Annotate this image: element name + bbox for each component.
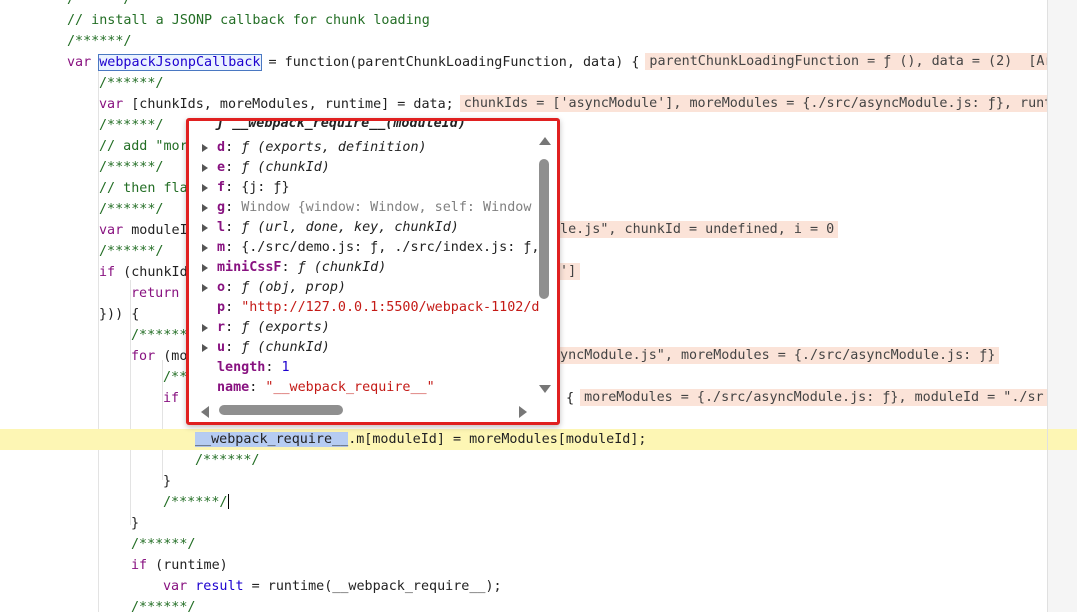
scroll-thumb[interactable]: [219, 405, 343, 415]
overview-ruler[interactable]: [1047, 0, 1077, 612]
inline-value: e']: [548, 262, 1047, 283]
expand-arrow-icon[interactable]: [202, 204, 208, 212]
inline-value: parentChunkLoadingFunction = ƒ (), data …: [645, 53, 1047, 70]
property-row-r[interactable]: r: ƒ (exports): [189, 318, 534, 338]
inline-value: moreModules = {./src/asyncModule.js: ƒ},…: [580, 389, 1047, 406]
code-line: {moreModules = {./src/asyncModule.js: ƒ}…: [566, 388, 1047, 409]
text-cursor: [227, 494, 229, 509]
code-line: /******/: [163, 494, 229, 510]
code-line: /******/: [131, 600, 196, 612]
execution-marker: [1048, 429, 1077, 450]
code-line: var [chunkIds, moreModules, runtime] = d…: [99, 94, 1047, 115]
expand-arrow-icon[interactable]: [202, 184, 208, 192]
selected-expression[interactable]: __webpack_require__: [195, 432, 349, 447]
property-row-minicssf[interactable]: miniCssF: ƒ (chunkId): [189, 258, 534, 278]
code-line: /******/: [99, 76, 164, 91]
property-row-e[interactable]: e: ƒ (chunkId): [189, 158, 534, 178]
popover-title: ƒ __webpack_require__(moduleId): [216, 118, 466, 131]
code-line: /******/: [67, 34, 132, 49]
horizontal-scrollbar[interactable]: [197, 402, 527, 418]
expand-arrow-icon[interactable]: [202, 344, 208, 352]
property-row-name[interactable]: name: "__webpack_require__": [189, 378, 534, 398]
code-line: }: [131, 516, 140, 531]
property-row-f[interactable]: f: {j: ƒ}: [189, 178, 534, 198]
code-line: // install a JSONP callback for chunk lo…: [67, 13, 430, 28]
inline-value: syncModule.js", moreModules = {./src/asy…: [548, 346, 1047, 367]
code-line: if (runtime): [131, 558, 228, 573]
current-execution-line: __webpack_require__.m[moduleId] = moreMo…: [0, 429, 1047, 450]
scroll-thumb[interactable]: [539, 159, 549, 299]
vertical-scrollbar[interactable]: [536, 131, 552, 393]
scroll-left-icon[interactable]: [201, 406, 209, 418]
expand-arrow-icon[interactable]: [202, 144, 208, 152]
code-line: var result = runtime(__webpack_require__…: [163, 579, 502, 594]
expand-arrow-icon[interactable]: [202, 264, 208, 272]
expand-arrow-icon[interactable]: [202, 164, 208, 172]
property-list: d: ƒ (exports, definition) e: ƒ (chunkId…: [189, 138, 539, 398]
property-row-m[interactable]: m: {./src/demo.js: ƒ, ./src/index.js: ƒ,: [189, 238, 539, 258]
code-line: var webpackJsonpCallback = function(pare…: [67, 52, 1047, 73]
code-line: /******/: [131, 537, 196, 552]
property-row-d[interactable]: d: ƒ (exports, definition): [189, 138, 534, 158]
code-line: }: [163, 474, 172, 489]
inline-value: ule.js", chunkId = undefined, i = 0: [548, 220, 1047, 241]
scroll-right-icon[interactable]: [519, 406, 527, 418]
expand-arrow-icon[interactable]: [202, 244, 208, 252]
property-row-o[interactable]: o: ƒ (obj, prop): [189, 278, 534, 298]
function-name[interactable]: webpackJsonpCallback: [98, 54, 262, 71]
property-row-length[interactable]: length: 1: [189, 358, 534, 378]
property-row-u[interactable]: u: ƒ (chunkId): [189, 338, 534, 358]
hover-popover[interactable]: ƒ __webpack_require__(moduleId) d: ƒ (ex…: [186, 118, 560, 425]
expand-arrow-icon[interactable]: [202, 224, 208, 232]
property-row-g[interactable]: g: Window {window: Window, self: Window: [189, 198, 534, 218]
expand-arrow-icon[interactable]: [202, 284, 208, 292]
scroll-up-icon[interactable]: [539, 137, 551, 145]
property-row-p[interactable]: p: "http://127.0.0.1:5500/webpack-1102/d: [189, 298, 539, 318]
code-line: /******/: [67, 0, 1047, 10]
inline-value: chunkIds = ['asyncModule'], moreModules …: [459, 95, 1047, 112]
property-row-l[interactable]: l: ƒ (url, done, key, chunkId): [189, 218, 534, 238]
scroll-down-icon[interactable]: [539, 385, 551, 393]
code-line: /******/: [195, 453, 260, 468]
expand-arrow-icon[interactable]: [202, 324, 208, 332]
